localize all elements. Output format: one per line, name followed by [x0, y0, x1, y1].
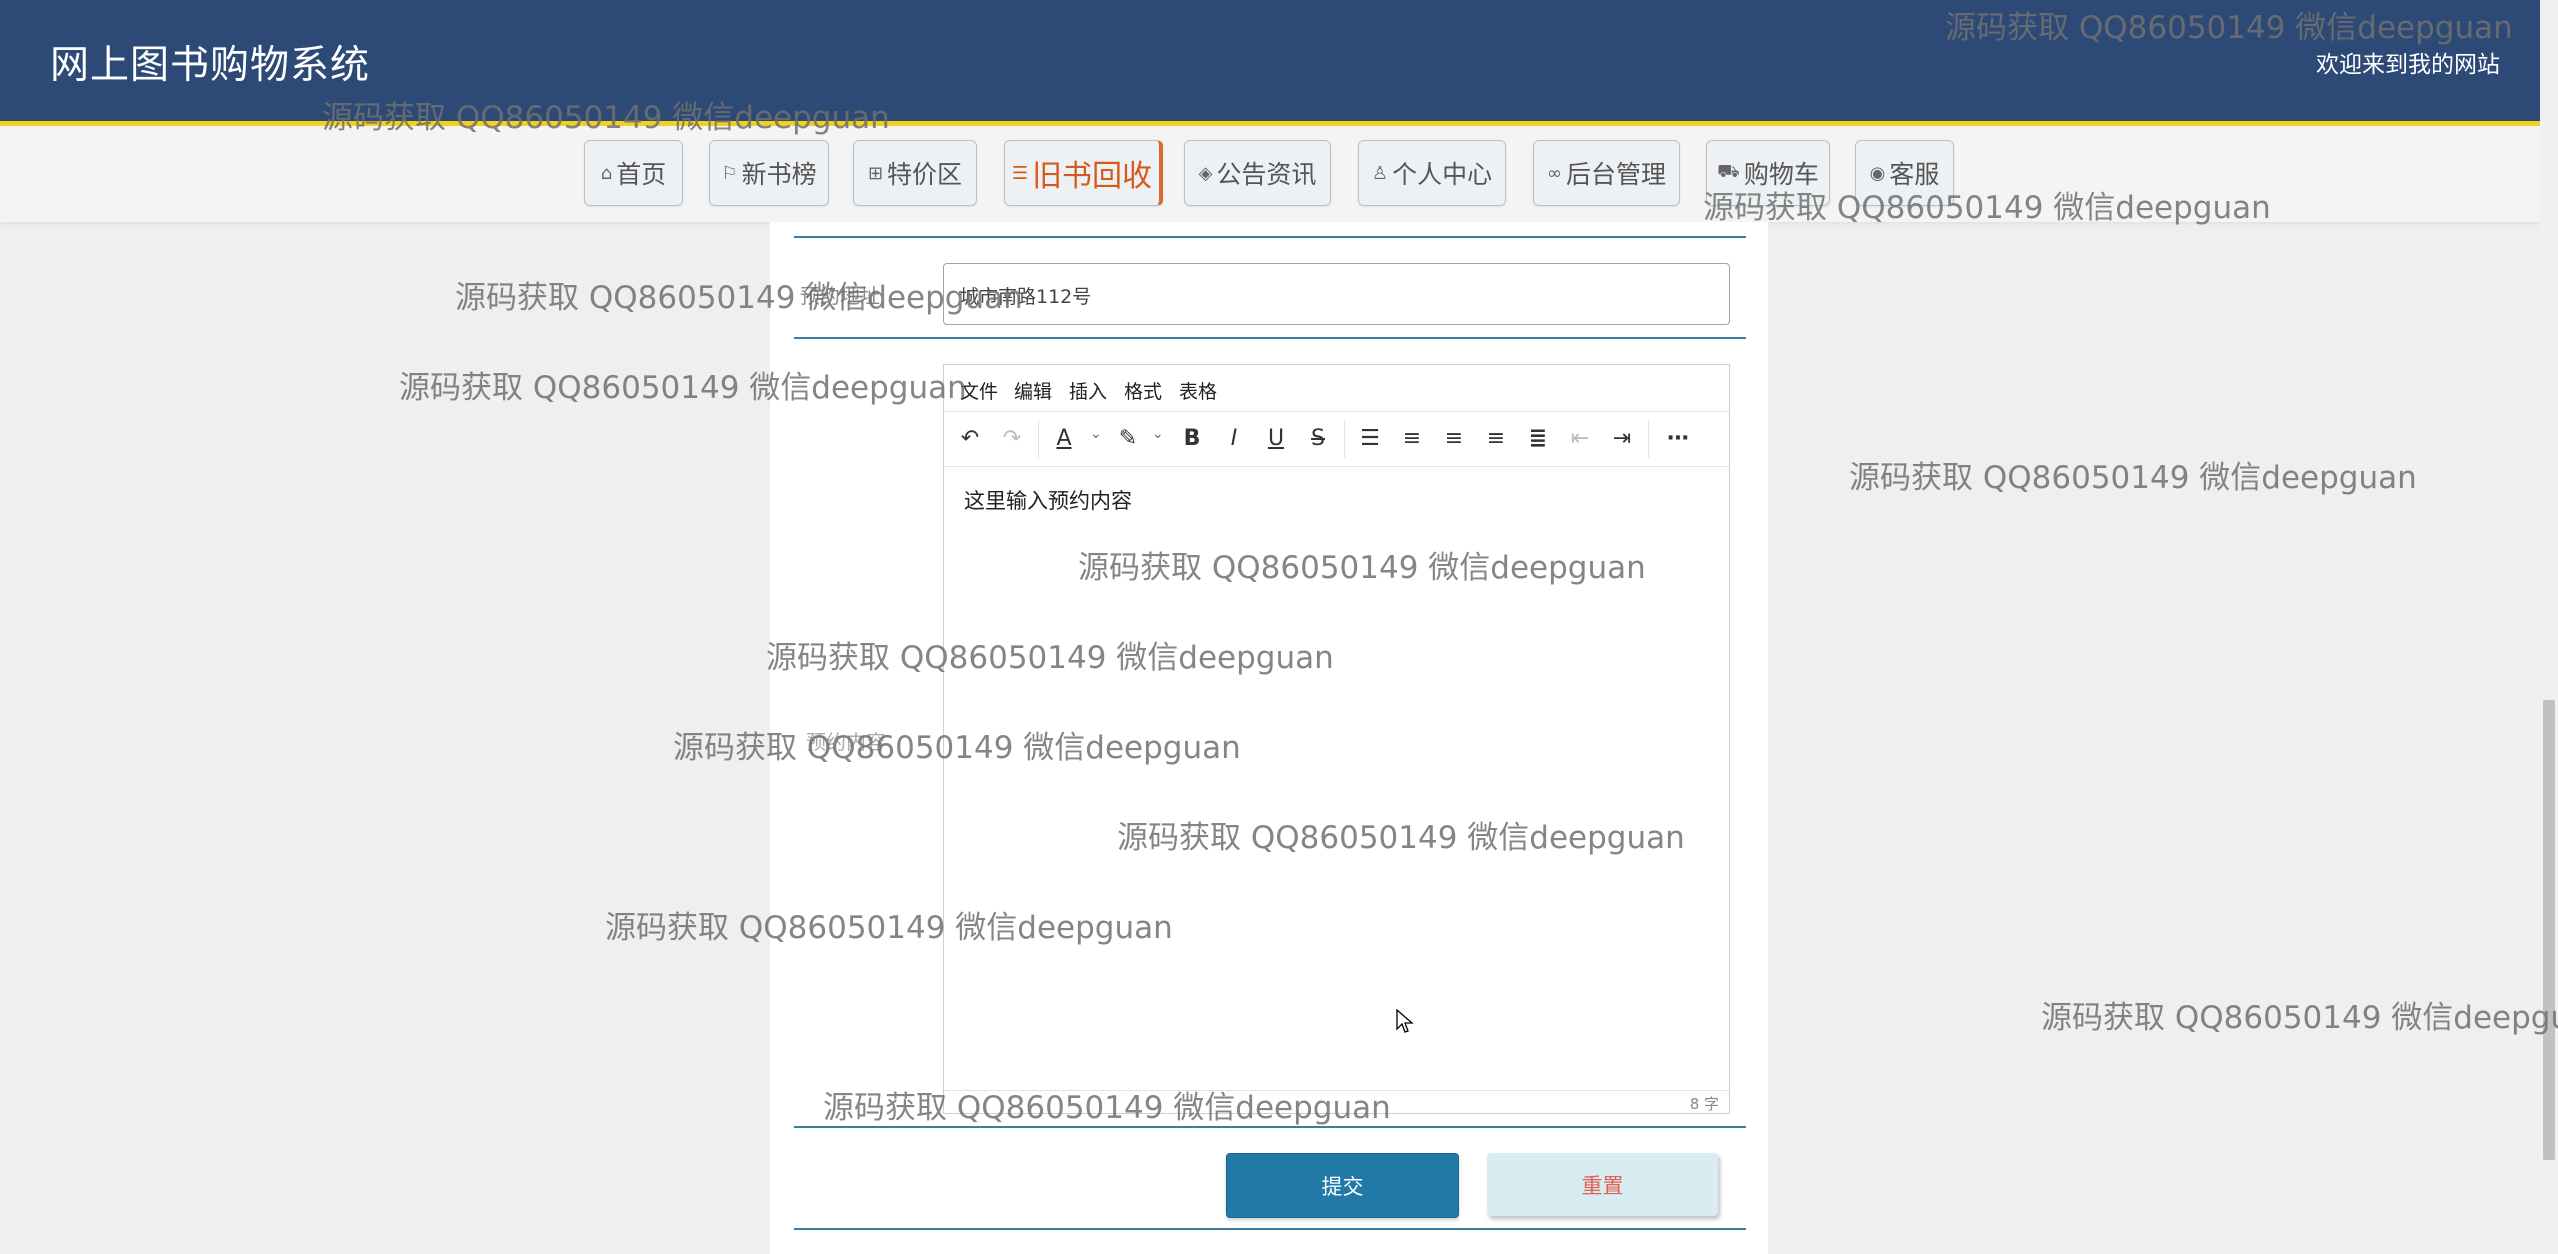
chevron-down-icon[interactable]: ⌄	[1152, 426, 1164, 442]
watermark: 源码获取 QQ86050149 微信deepguan	[322, 100, 890, 136]
watermark: 源码获取 QQ86050149 微信deepguan	[1945, 10, 2513, 46]
nav-new-books[interactable]: ⚐ 新书榜	[709, 140, 829, 206]
align-justify-icon[interactable]: ≣	[1522, 422, 1554, 454]
chevron-down-icon[interactable]: ⌄	[1090, 426, 1102, 442]
italic-icon[interactable]: I	[1218, 422, 1250, 454]
indent-icon[interactable]: ⇥	[1606, 422, 1638, 454]
watermark: 源码获取 QQ86050149 微信deepgua	[2041, 1000, 2558, 1036]
nav-specials-label: 特价区	[887, 160, 963, 189]
redo-icon[interactable]: ↷	[996, 422, 1028, 454]
chat-icon: ◉	[1869, 162, 1886, 184]
outdent-icon[interactable]: ⇤	[1564, 422, 1596, 454]
editor-menubar: 文件 编辑 插入 格式 表格	[944, 365, 1729, 411]
bold-icon[interactable]: B	[1176, 422, 1208, 454]
nav-admin[interactable]: ∞ 后台管理	[1533, 140, 1680, 206]
watermark: 源码获取 QQ86050149 微信deepguan	[1849, 460, 2417, 496]
menu-insert[interactable]: 插入	[1069, 377, 1107, 404]
watermark: 源码获取 QQ86050149 微信deepguan	[399, 370, 967, 406]
mouse-cursor-icon	[1396, 1009, 1414, 1033]
menu-edit[interactable]: 编辑	[1014, 377, 1052, 404]
word-count: 8 字	[1689, 1095, 1719, 1113]
scroll-thumb[interactable]	[2543, 700, 2555, 1160]
nav-recycle[interactable]: ☰ 旧书回收	[1004, 140, 1163, 206]
nav-new-books-label: 新书榜	[741, 160, 817, 189]
nav-home-label: 首页	[616, 160, 667, 189]
editor-toolbar: ↶ ↷ A ⌄ ✎ ⌄ B I U S ☰ ≡ ≡ ≡ ≣ ⇤ ⇥ ⋯	[944, 411, 1729, 467]
watermark: 源码获取 QQ86050149 微信deepguan	[823, 1090, 1391, 1126]
divider	[794, 337, 1746, 339]
reset-button[interactable]: 重置	[1487, 1153, 1718, 1216]
watermark: 源码获取 QQ86050149 微信deepguan	[1078, 550, 1646, 586]
user-icon: ♙	[1371, 162, 1389, 184]
align-right-icon[interactable]: ≡	[1480, 422, 1512, 454]
layers-icon: ◈	[1198, 162, 1213, 184]
watermark: 源码获取 QQ86050149 微信deepguan	[673, 730, 1241, 766]
highlight-icon[interactable]: ✎	[1112, 422, 1144, 454]
welcome-text: 欢迎来到我的网站	[2316, 52, 2500, 78]
nav-admin-label: 后台管理	[1565, 160, 1666, 189]
nav-profile[interactable]: ♙ 个人中心	[1358, 140, 1506, 206]
nav-specials[interactable]: ⊞ 特价区	[853, 140, 977, 206]
line-height-icon[interactable]: ☰	[1354, 422, 1386, 454]
align-left-icon[interactable]: ≡	[1396, 422, 1428, 454]
home-icon: ⌂	[600, 162, 613, 184]
scrollbar[interactable]	[2540, 0, 2558, 1254]
nav-profile-label: 个人中心	[1392, 160, 1493, 189]
underline-icon[interactable]: U	[1260, 422, 1292, 454]
flag-icon: ⚐	[721, 162, 738, 184]
text-color-icon[interactable]: A	[1048, 422, 1080, 454]
strikethrough-icon[interactable]: S	[1302, 422, 1334, 454]
watermark: 源码获取 QQ86050149 微信deepguan	[455, 280, 1023, 316]
nav-news[interactable]: ◈ 公告资讯	[1184, 140, 1331, 206]
filter-icon: ☰	[1011, 162, 1029, 184]
nav-recycle-label: 旧书回收	[1032, 159, 1153, 194]
toolbar-separator	[1038, 420, 1039, 458]
toolbar-separator	[1648, 420, 1649, 458]
menu-format[interactable]: 格式	[1124, 377, 1162, 404]
address-input[interactable]: 城市南路112号	[943, 263, 1730, 325]
align-center-icon[interactable]: ≡	[1438, 422, 1470, 454]
watermark: 源码获取 QQ86050149 微信deepguan	[1117, 820, 1685, 856]
more-icon[interactable]: ⋯	[1658, 422, 1698, 454]
site-title: 网上图书购物系统	[50, 43, 371, 88]
undo-icon[interactable]: ↶	[954, 422, 986, 454]
link-icon: ∞	[1546, 162, 1562, 184]
nav-news-label: 公告资讯	[1216, 160, 1317, 189]
menu-table[interactable]: 表格	[1179, 377, 1217, 404]
toolbar-separator	[1344, 420, 1345, 458]
watermark: 源码获取 QQ86050149 微信deepguan	[1703, 190, 2271, 226]
submit-button[interactable]: 提交	[1226, 1153, 1459, 1218]
divider	[794, 236, 1746, 238]
nav-home[interactable]: ⌂ 首页	[584, 140, 683, 206]
grid-icon: ⊞	[867, 162, 884, 184]
watermark: 源码获取 QQ86050149 微信deepguan	[766, 640, 1334, 676]
editor-content[interactable]: 这里输入预约内容	[964, 485, 1132, 515]
divider	[794, 1228, 1746, 1230]
watermark: 源码获取 QQ86050149 微信deepguan	[605, 910, 1173, 946]
